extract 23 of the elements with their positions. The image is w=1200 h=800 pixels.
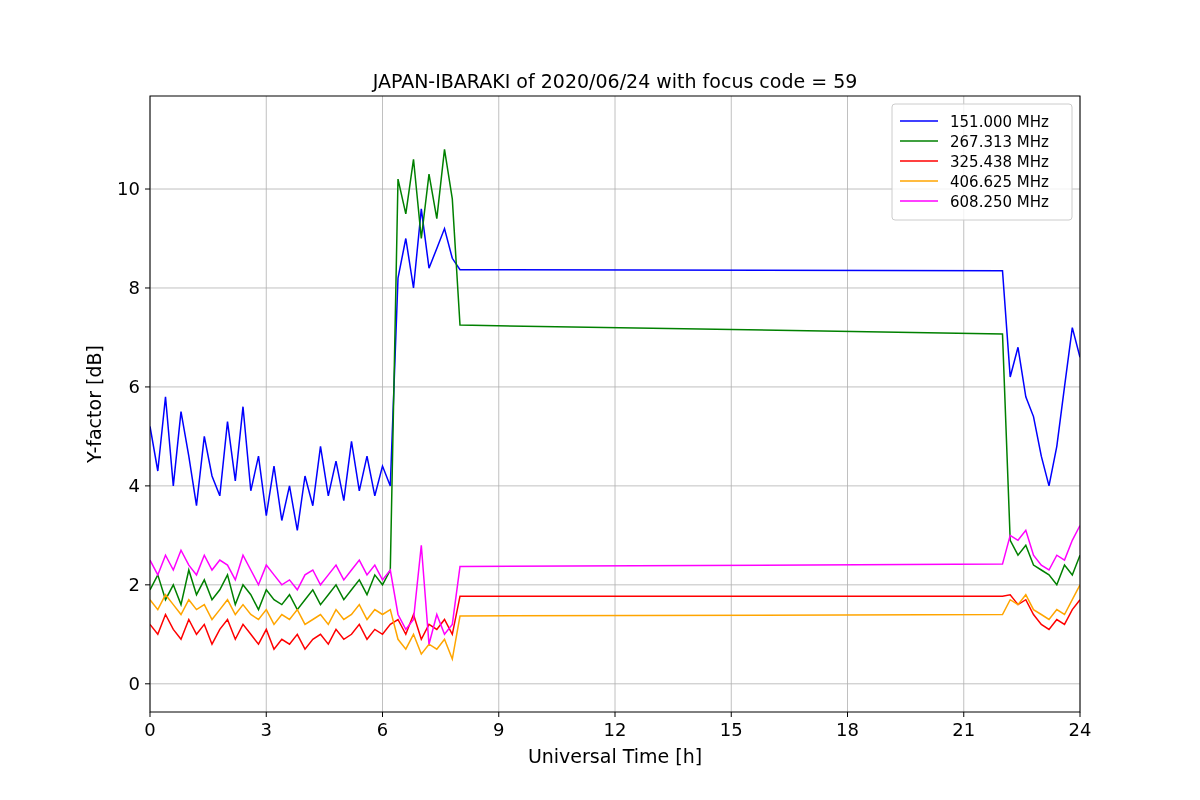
tick-label: 8	[128, 276, 140, 298]
axis-label: Y-factor [dB]	[83, 345, 105, 463]
legend-label: 325.438 MHz	[950, 153, 1049, 171]
tick-label: 24	[1068, 719, 1092, 740]
tick-label: 0	[128, 672, 140, 694]
legend-label: 608.250 MHz	[950, 193, 1049, 211]
tick-label: 10	[117, 178, 140, 199]
tick-label: 6	[128, 375, 140, 397]
chart-title: JAPAN-IBARAKI of 2020/06/24 with focus code = 59	[372, 70, 858, 92]
axis-label: Universal Time [h]	[527, 745, 703, 767]
tick-label: 2	[128, 573, 140, 595]
tick-label: 15	[719, 719, 743, 740]
tick-label: 9	[493, 719, 505, 740]
tick-label: 21	[952, 719, 976, 740]
tick-label: 3	[260, 719, 272, 740]
tick-label: 4	[128, 474, 140, 496]
legend-label: 151.000 MHz	[950, 113, 1049, 131]
legend-label: 267.313 MHz	[950, 133, 1049, 151]
legend-label: 406.625 MHz	[950, 173, 1049, 191]
tick-label: 6	[376, 719, 389, 740]
tick-label: 12	[603, 719, 627, 740]
tick-label: 0	[144, 719, 156, 740]
tick-label: 18	[836, 719, 859, 740]
